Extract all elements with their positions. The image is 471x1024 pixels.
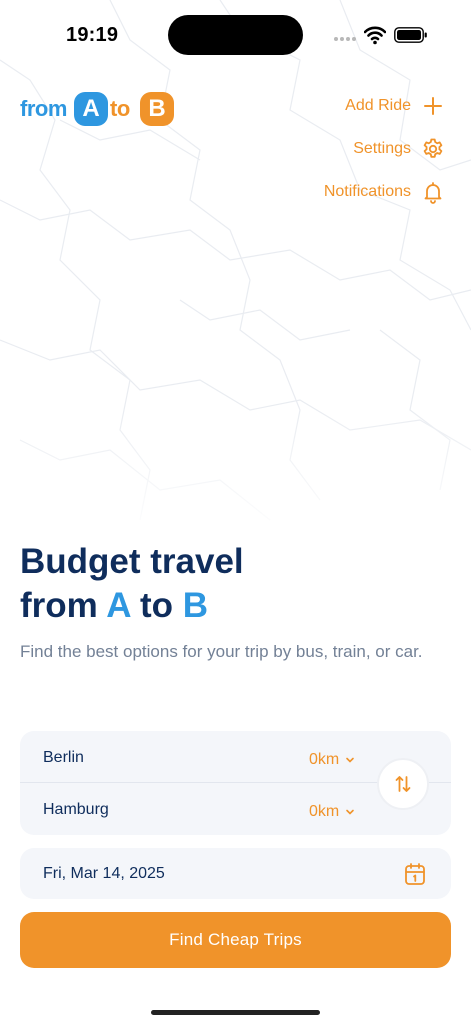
hero-subtitle: Find the best options for your trip by b… — [20, 642, 423, 661]
add-ride-button[interactable]: Add Ride — [345, 92, 445, 120]
bell-icon — [424, 182, 442, 204]
swap-arrows-icon — [395, 776, 411, 792]
hero-title-line2: from A to B — [20, 584, 244, 628]
wifi-icon — [364, 26, 386, 45]
logo-to: to — [110, 96, 130, 121]
status-time: 19:19 — [66, 24, 119, 46]
hero-title: Budget travel from A to B — [20, 540, 244, 628]
hero-title-to: to — [139, 586, 173, 625]
hero-title-line1: Budget travel — [20, 542, 244, 581]
settings-button[interactable]: Settings — [353, 135, 445, 163]
chevron-down-icon — [346, 757, 355, 763]
route-card: Berlin Hamburg 0km 0km — [20, 731, 451, 835]
chevron-down-icon — [346, 809, 355, 815]
plus-icon — [424, 97, 442, 115]
destination-radius-value: 0km — [309, 803, 340, 820]
settings-label: Settings — [353, 140, 411, 157]
home-indicator[interactable] — [151, 1010, 320, 1015]
logo-b: B — [140, 92, 174, 126]
date-value: Fri, Mar 14, 2025 — [43, 865, 165, 882]
notifications-label: Notifications — [323, 183, 411, 200]
signal-icon — [334, 37, 358, 42]
notifications-button[interactable]: Notifications — [324, 178, 445, 206]
hero-title-a: A — [106, 586, 131, 625]
logo-a: A — [74, 92, 108, 126]
date-picker[interactable]: Fri, Mar 14, 2025 — [20, 848, 451, 899]
calendar-icon — [405, 863, 425, 885]
battery-icon — [394, 27, 427, 43]
status-indicators — [334, 24, 434, 46]
find-cheap-trips-button[interactable]: Find Cheap Trips — [20, 912, 451, 968]
origin-radius-value: 0km — [309, 751, 340, 768]
destination-city: Hamburg — [43, 801, 109, 818]
add-ride-label: Add Ride — [345, 97, 411, 114]
origin-city: Berlin — [43, 749, 84, 766]
app-logo[interactable]: from A to B — [20, 92, 180, 128]
gear-icon — [423, 138, 443, 158]
logo-from: from — [20, 96, 67, 121]
hero-title-from: from — [20, 586, 98, 625]
dynamic-island — [168, 15, 303, 55]
destination-radius-select[interactable]: 0km — [309, 803, 355, 821]
hero-title-b: B — [182, 586, 208, 625]
swap-locations-button[interactable] — [377, 758, 429, 810]
map-background — [0, 0, 471, 540]
origin-radius-select[interactable]: 0km — [309, 751, 355, 769]
